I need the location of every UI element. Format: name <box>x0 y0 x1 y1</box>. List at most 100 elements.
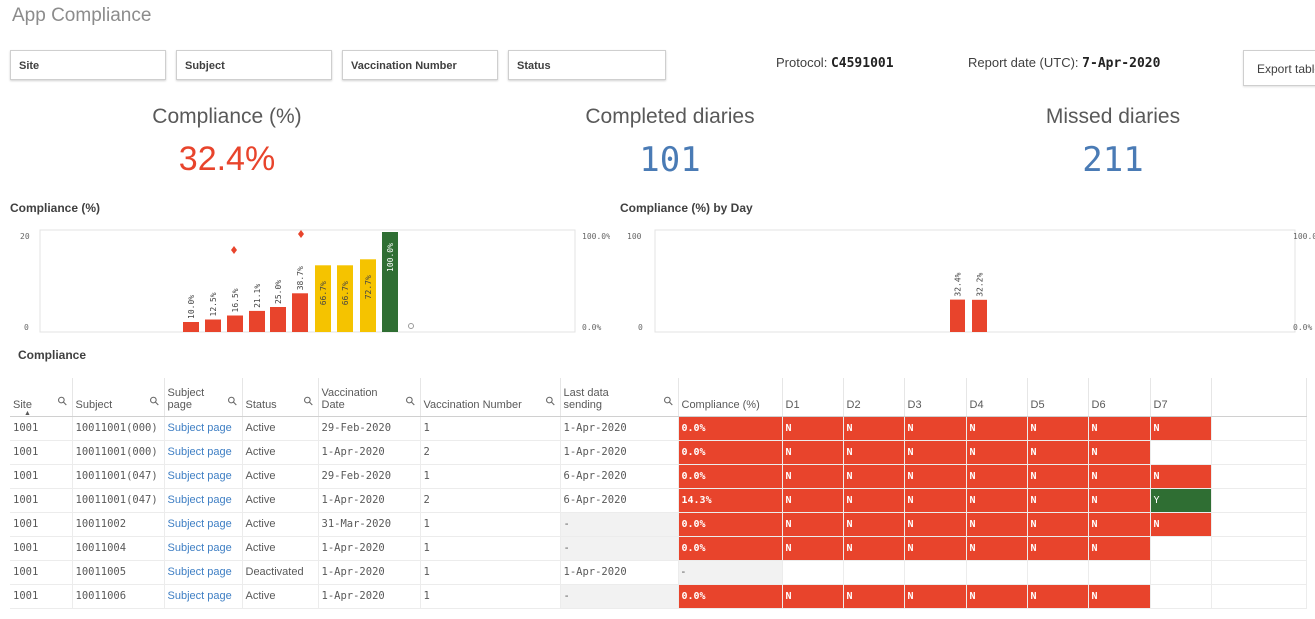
filter-subject[interactable]: Subject <box>176 50 332 80</box>
cell-day: N <box>1088 536 1151 561</box>
chart-bar-label: 66.7% <box>319 281 328 305</box>
cell-vaccination-date: 1-Apr-2020 <box>318 536 421 561</box>
search-icon[interactable]: ⚲ <box>54 393 70 409</box>
cell-day: N <box>1027 512 1089 537</box>
subject-page-link[interactable]: Subject page <box>164 464 243 489</box>
cell-vaccination-number: 1 <box>420 560 561 585</box>
search-icon[interactable]: ⚲ <box>660 393 676 409</box>
cell-filler <box>1211 560 1307 585</box>
cell-last-data-sending: 1-Apr-2020 <box>560 440 679 465</box>
cell-site: 1001 <box>10 560 73 585</box>
chart-bar <box>183 322 199 332</box>
subject-page-link[interactable]: Subject page <box>164 440 243 465</box>
report-date-label: Report date (UTC): <box>968 55 1079 70</box>
cell-day: N <box>843 488 905 513</box>
cell-site: 1001 <box>10 416 73 441</box>
table-row[interactable]: 1001 10011001(000) Subject page Active 29-Fe… <box>10 416 1307 441</box>
cell-subject: 10011004 <box>72 536 165 561</box>
marker <box>298 230 304 238</box>
compliance-table-container: ▲ Site ⚲ Subject ⚲ Subject page ⚲ Status ⚲ Vaccin… <box>10 378 1315 609</box>
column-header-filler <box>1211 378 1307 417</box>
cell-day: N <box>843 440 905 465</box>
chart-bar-label: 32.2% <box>976 273 985 297</box>
filter-vaccination-number[interactable]: Vaccination Number <box>342 50 498 80</box>
cell-day: N <box>1088 512 1151 537</box>
cell-day: N <box>843 512 905 537</box>
cell-compliance: 0.0% <box>678 512 783 537</box>
search-icon[interactable]: ⚲ <box>402 393 418 409</box>
cell-last-data-sending: 1-Apr-2020 <box>560 560 679 585</box>
report-date-value: 7-Apr-2020 <box>1082 56 1161 71</box>
column-header[interactable]: Subject ⚲ <box>72 378 165 417</box>
table-row[interactable]: 1001 10011001(047) Subject page Active 1-Apr… <box>10 488 1307 513</box>
chart-bar <box>950 299 965 332</box>
cell-day: Y <box>1150 488 1212 513</box>
column-header[interactable]: D5 <box>1027 378 1089 417</box>
column-header[interactable]: Vaccination Date ⚲ <box>318 378 421 417</box>
marker <box>408 323 414 329</box>
cell-day: N <box>904 464 967 489</box>
column-header[interactable]: D4 <box>966 378 1028 417</box>
cell-subject: 10011001(000) <box>72 416 165 441</box>
cell-day: N <box>843 584 905 609</box>
cell-vaccination-date: 1-Apr-2020 <box>318 440 421 465</box>
subject-page-link[interactable]: Subject page <box>164 416 243 441</box>
cell-day: N <box>1150 512 1212 537</box>
filter-site[interactable]: Site <box>10 50 166 80</box>
subject-page-link[interactable]: Subject page <box>164 560 243 585</box>
cell-subject: 10011006 <box>72 584 165 609</box>
cell-day <box>843 560 905 585</box>
filter-status[interactable]: Status <box>508 50 666 80</box>
chart-bar-label: 12.5% <box>209 292 218 316</box>
search-icon[interactable]: ⚲ <box>542 393 558 409</box>
cell-day: N <box>1027 536 1089 561</box>
protocol-info: Protocol: C4591001 <box>776 55 894 71</box>
chart-bar-label: 38.7% <box>296 266 305 290</box>
column-header-label: Last data sending <box>563 386 609 411</box>
export-table-button[interactable]: Export table <box>1243 50 1315 86</box>
column-header[interactable]: Subject page ⚲ <box>164 378 243 417</box>
subject-page-link[interactable]: Subject page <box>164 536 243 561</box>
cell-day: N <box>1088 584 1151 609</box>
table-row[interactable]: 1001 10011004 Subject page Active 1-Apr-2020… <box>10 536 1307 561</box>
cell-status: Active <box>242 464 319 489</box>
chart-bar-label: 10.0% <box>187 295 196 319</box>
column-header[interactable]: D7 <box>1150 378 1212 417</box>
cell-vaccination-number: 1 <box>420 584 561 609</box>
cell-compliance: 14.3% <box>678 488 783 513</box>
cell-day: N <box>966 440 1028 465</box>
column-header[interactable]: Compliance (%) <box>678 378 783 417</box>
column-header[interactable]: D2 <box>843 378 905 417</box>
y-left-tick-bottom: 0 <box>24 323 29 332</box>
column-header[interactable]: ▲ Site ⚲ <box>10 378 73 417</box>
cell-filler <box>1211 464 1307 489</box>
column-header[interactable]: D3 <box>904 378 967 417</box>
table-row[interactable]: 1001 10011001(000) Subject page Active 1-Apr… <box>10 440 1307 465</box>
column-header-label: D4 <box>969 398 984 411</box>
subject-page-link[interactable]: Subject page <box>164 488 243 513</box>
search-icon[interactable]: ⚲ <box>224 393 240 409</box>
column-header[interactable]: D1 <box>782 378 844 417</box>
cell-day: N <box>1150 464 1212 489</box>
column-header[interactable]: D6 <box>1088 378 1151 417</box>
subject-page-link[interactable]: Subject page <box>164 584 243 609</box>
search-icon[interactable]: ⚲ <box>300 393 316 409</box>
cell-day: N <box>1027 584 1089 609</box>
subject-page-link[interactable]: Subject page <box>164 512 243 537</box>
column-header[interactable]: Status ⚲ <box>242 378 319 417</box>
table-row[interactable]: 1001 10011002 Subject page Active 31-Mar-202… <box>10 512 1307 537</box>
chart-bar-label: 25.0% <box>274 280 283 304</box>
cell-day <box>904 560 967 585</box>
table-row[interactable]: 1001 10011001(047) Subject page Active 29-Fe… <box>10 464 1307 489</box>
cell-day: N <box>782 416 844 441</box>
table-row[interactable]: 1001 10011006 Subject page Active 1-Apr-2020… <box>10 584 1307 609</box>
sort-ascending-icon[interactable]: ▲ <box>24 410 31 417</box>
column-header[interactable]: Last data sending ⚲ <box>560 378 679 417</box>
cell-day: N <box>904 512 967 537</box>
chart-compliance: 20 0 100.0% 0.0% 10.0% 12.5% 16.5% 21.1% 25.… <box>20 229 610 333</box>
cell-day: N <box>1088 464 1151 489</box>
table-row[interactable]: 1001 10011005 Subject page Deactivated 1-Apr… <box>10 560 1307 585</box>
cell-day: N <box>1088 488 1151 513</box>
search-icon[interactable]: ⚲ <box>146 393 162 409</box>
column-header[interactable]: Vaccination Number ⚲ <box>420 378 561 417</box>
